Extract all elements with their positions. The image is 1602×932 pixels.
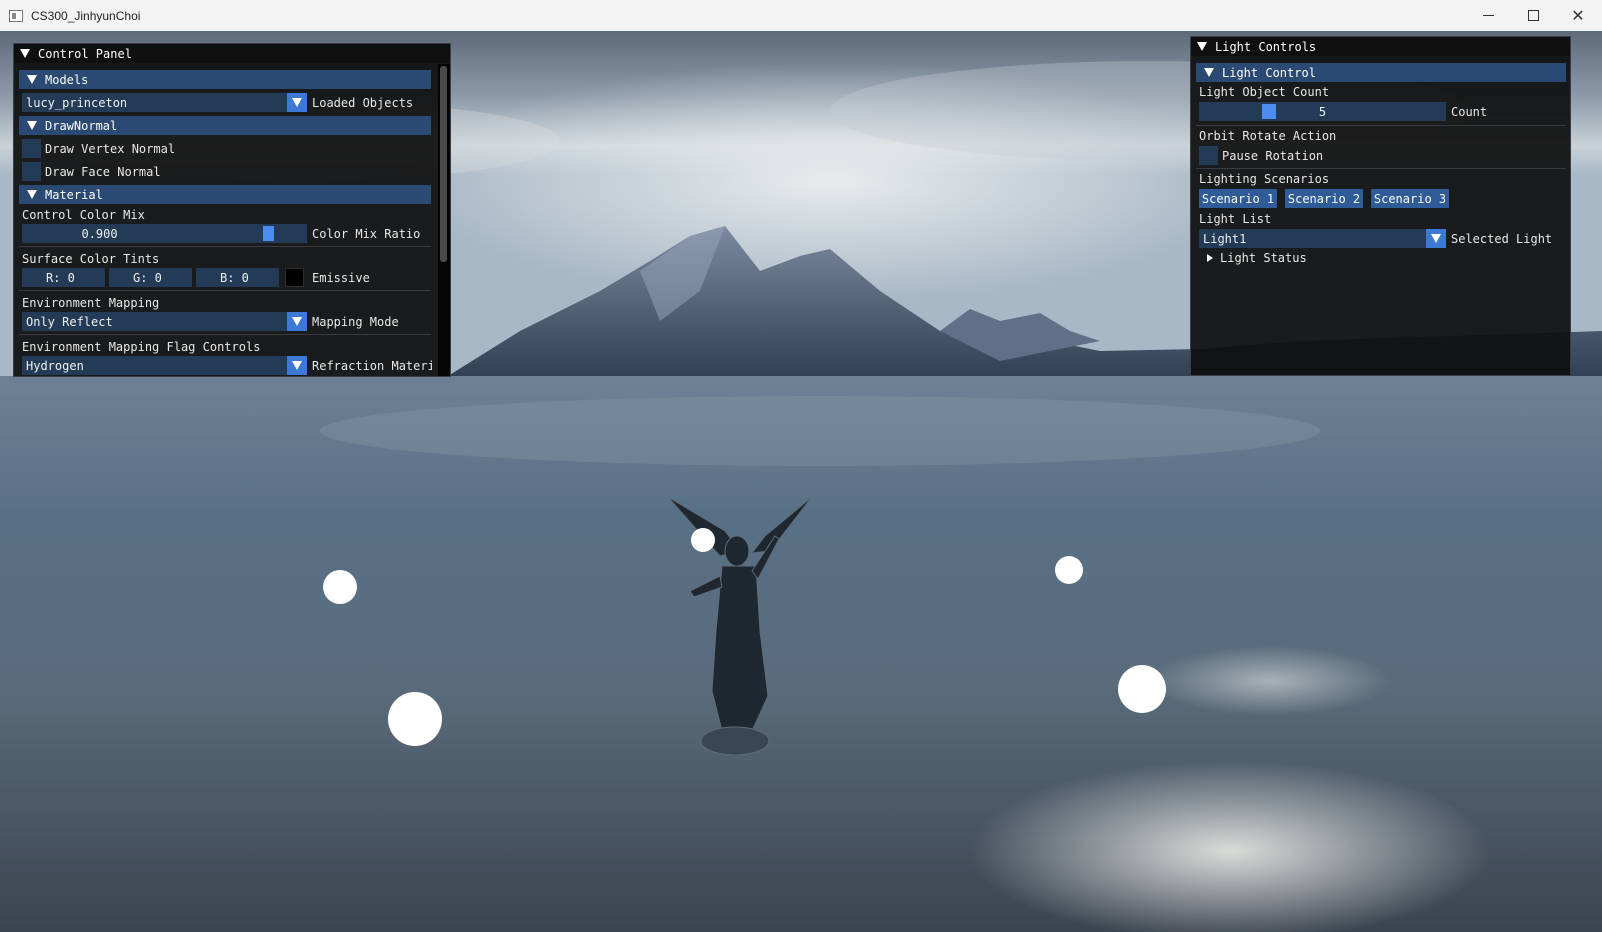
color-mix-slider[interactable]: 0.900 [22, 224, 307, 243]
combo-arrow-icon[interactable] [287, 93, 307, 112]
light-controls-titlebar[interactable]: Light Controls [1191, 37, 1570, 56]
models-header-label: Models [45, 72, 89, 87]
draw-vertex-normal-checkbox[interactable] [22, 139, 41, 158]
selected-light-label: Selected Light [1451, 232, 1553, 246]
tint-r-field[interactable]: R: 0 [22, 268, 105, 287]
close-icon: ✕ [1571, 6, 1585, 25]
light-controls-title: Light Controls [1215, 39, 1317, 54]
scrollbar-grab[interactable] [440, 66, 447, 262]
collapse-arrow-icon [27, 190, 37, 199]
light-sphere [323, 570, 357, 604]
surface-tints-section-label: Surface Color Tints [22, 252, 160, 266]
control-panel-titlebar[interactable]: Control Panel [14, 44, 450, 63]
color-mix-value: 0.900 [81, 226, 118, 241]
refraction-material-value: Hydrogen [26, 358, 84, 373]
light-count-value: 5 [1318, 104, 1327, 119]
color-mix-slider-grab[interactable] [263, 226, 274, 241]
light-control-header[interactable]: Light Control [1196, 63, 1566, 82]
separator [19, 334, 431, 335]
env-mapping-section-label: Environment Mapping [22, 296, 160, 310]
light-status-tree-node[interactable]: Light Status [1207, 251, 1307, 265]
collapse-arrow-icon[interactable] [1197, 42, 1207, 51]
material-header-label: Material [45, 187, 103, 202]
tint-g-value: G: 0 [133, 270, 162, 285]
tint-b-value: B: 0 [220, 270, 249, 285]
combo-arrow-icon[interactable] [287, 356, 307, 375]
collapse-arrow-icon [27, 75, 37, 84]
refraction-material-combo[interactable]: Hydrogen [22, 356, 307, 375]
window-titlebar[interactable]: CS300_JinhyunChoi ✕ [0, 0, 1602, 31]
refraction-material-label: Refraction Materia [312, 359, 432, 373]
light-sphere [1118, 665, 1166, 713]
color-mix-label: Color Mix Ratio [312, 227, 421, 241]
tint-b-field[interactable]: B: 0 [196, 268, 279, 287]
light-status-label: Light Status [1220, 251, 1307, 265]
flag-controls-section-label: Environment Mapping Flag Controls [22, 340, 261, 354]
scenario-1-button[interactable]: Scenario 1 [1199, 189, 1277, 208]
light-count-section-label: Light Object Count [1199, 85, 1330, 99]
combo-arrow-icon[interactable] [1426, 229, 1446, 248]
minimize-button[interactable] [1465, 0, 1511, 31]
collapse-arrow-icon [27, 121, 37, 130]
draw-face-normal-label: Draw Face Normal [45, 165, 161, 179]
separator [1196, 168, 1566, 169]
loaded-objects-value: lucy_princeton [26, 95, 128, 110]
scenario-3-button[interactable]: Scenario 3 [1371, 189, 1449, 208]
orbit-section-label: Orbit Rotate Action [1199, 129, 1337, 143]
collapse-arrow-icon [1204, 68, 1214, 77]
selected-light-value: Light1 [1203, 231, 1247, 246]
emissive-label: Emissive [312, 271, 370, 285]
app-icon [9, 9, 23, 22]
separator [19, 290, 431, 291]
control-panel-scrollbar[interactable] [438, 64, 450, 376]
window-title: CS300_JinhyunChoi [31, 8, 141, 23]
minimize-icon [1482, 15, 1494, 16]
draw-face-normal-checkbox[interactable] [22, 162, 41, 181]
mapping-mode-combo[interactable]: Only Reflect [22, 312, 307, 331]
light-count-slider-grab[interactable] [1262, 104, 1276, 119]
pause-rotation-label: Pause Rotation [1222, 149, 1324, 163]
models-header[interactable]: Models [19, 70, 431, 89]
draw-normal-header[interactable]: DrawNormal [19, 116, 431, 135]
mapping-mode-value: Only Reflect [26, 314, 113, 329]
light-sphere [388, 692, 442, 746]
separator [19, 246, 431, 247]
light-list-section-label: Light List [1199, 212, 1272, 226]
pause-rotation-checkbox[interactable] [1199, 146, 1218, 165]
close-button[interactable]: ✕ [1555, 0, 1601, 31]
light-sphere [1055, 556, 1083, 584]
color-mix-section-label: Control Color Mix [22, 208, 145, 222]
loaded-objects-label: Loaded Objects [312, 96, 414, 110]
collapse-arrow-icon[interactable] [20, 49, 30, 58]
maximize-icon [1527, 10, 1539, 21]
light-control-header-label: Light Control [1222, 65, 1316, 80]
light-count-slider[interactable]: 5 [1199, 102, 1446, 121]
light-controls-window[interactable]: Light Controls Light Control Light Objec… [1190, 36, 1571, 376]
draw-vertex-normal-label: Draw Vertex Normal [45, 142, 176, 156]
tint-g-field[interactable]: G: 0 [109, 268, 192, 287]
separator [1196, 125, 1566, 126]
draw-normal-header-label: DrawNormal [45, 118, 118, 133]
tint-r-value: R: 0 [46, 270, 75, 285]
maximize-button[interactable] [1510, 0, 1556, 31]
control-panel-window[interactable]: Control Panel Models lucy_princeton Load… [13, 43, 451, 377]
light-count-label: Count [1451, 105, 1488, 119]
mapping-mode-label: Mapping Mode [312, 315, 399, 329]
selected-light-combo[interactable]: Light1 [1199, 229, 1446, 248]
light-sphere [691, 528, 715, 552]
material-header[interactable]: Material [19, 185, 431, 204]
scenarios-section-label: Lighting Scenarios [1199, 172, 1330, 186]
combo-arrow-icon[interactable] [287, 312, 307, 331]
emissive-color-swatch[interactable] [285, 268, 304, 287]
loaded-objects-combo[interactable]: lucy_princeton [22, 93, 307, 112]
tree-expand-icon [1207, 254, 1213, 262]
control-panel-title: Control Panel [38, 46, 132, 61]
scenario-2-button[interactable]: Scenario 2 [1285, 189, 1363, 208]
